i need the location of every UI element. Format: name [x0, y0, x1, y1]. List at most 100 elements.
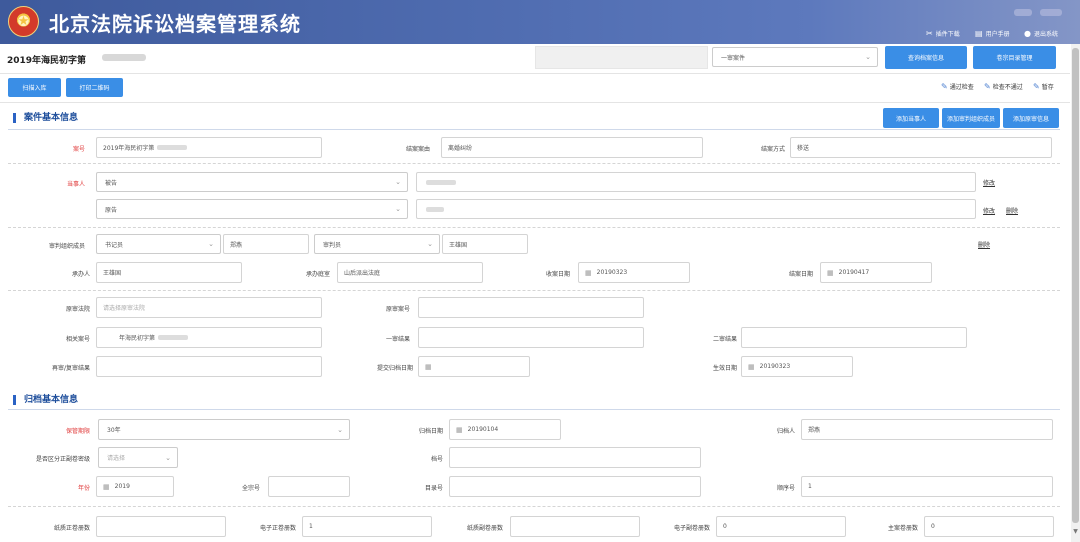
related-case-label: 相关案号: [65, 336, 90, 343]
party-role-select[interactable]: 原告 ⌄: [96, 199, 408, 219]
close-date-input[interactable]: ▦ 20190417: [820, 262, 932, 283]
section-underline: [8, 409, 1060, 410]
archive-date-input[interactable]: ▦ 20190104: [449, 419, 561, 440]
retention-period-label: 保管期限: [65, 428, 90, 435]
party-name-input[interactable]: [416, 172, 976, 192]
catalog-management-button[interactable]: 卷宗目录管理: [973, 46, 1056, 69]
second-trial-result-input[interactable]: [741, 327, 967, 348]
retrial-result-label: 再审/复审结果: [51, 365, 90, 372]
e-main-volumes-input[interactable]: 1: [302, 516, 432, 537]
court-room-label: 承办庭室: [305, 271, 330, 278]
original-court-input[interactable]: 请选择原审法院: [96, 297, 322, 318]
effective-date-label: 生效日期: [712, 365, 737, 372]
close-method-input[interactable]: 移送: [790, 137, 1052, 158]
filing-date-input[interactable]: ▦ 20190323: [578, 262, 690, 283]
effective-date-input[interactable]: ▦ 20190323: [741, 356, 853, 377]
handler-input[interactable]: 王雄国: [96, 262, 242, 283]
print-qrcode-button[interactable]: 打印二维码: [66, 78, 123, 97]
paper-main-volumes-label: 纸质正卷册数: [53, 525, 90, 532]
user-name-redacted: [1014, 9, 1032, 16]
tools-icon: ✂: [926, 29, 933, 38]
calendar-icon: ▦: [585, 268, 592, 277]
chevron-down-icon: ⌄: [395, 205, 401, 213]
year-label: 年份: [77, 485, 90, 492]
party-label: 当事人: [66, 181, 85, 188]
original-case-no-input[interactable]: [418, 297, 644, 318]
judge-role-select[interactable]: 书记员 ⌄: [96, 234, 221, 254]
edit-icon: ✎: [1033, 82, 1040, 91]
scan-in-button[interactable]: 扫描入库: [8, 78, 61, 97]
judge-name-input[interactable]: 郑燕: [223, 234, 309, 254]
judge-role-select[interactable]: 审判员 ⌄: [314, 234, 440, 254]
party-edit-link[interactable]: 修改: [983, 178, 995, 187]
calendar-icon: ▦: [425, 362, 432, 371]
party-name-input[interactable]: [416, 199, 976, 219]
submit-archive-date-input[interactable]: ▦: [418, 356, 530, 377]
case-no-label: 案号: [72, 146, 85, 153]
submit-archive-date-label: 提交归档日期: [376, 365, 413, 372]
fonds-no-input[interactable]: [268, 476, 350, 497]
calendar-icon: ▦: [748, 362, 755, 371]
archivist-label: 归档人: [776, 428, 795, 435]
divider: [0, 73, 1070, 74]
related-case-input[interactable]: 年海民初字第: [96, 327, 322, 348]
bound-volumes-input[interactable]: 0: [924, 516, 1054, 537]
first-trial-result-label: 一审结果: [385, 336, 410, 343]
e-main-volumes-label: 电子正卷册数: [259, 525, 296, 532]
order-no-label: 顺序号: [776, 485, 795, 492]
add-judge-button[interactable]: 添加审判组织成员: [942, 108, 1000, 128]
info-icon: ●: [1024, 29, 1031, 38]
retention-period-select[interactable]: 30年 ⌄: [98, 419, 350, 440]
chevron-down-icon: ⌄: [395, 178, 401, 186]
archivist-input[interactable]: 郑燕: [801, 419, 1053, 440]
fail-check-link[interactable]: ✎ 检查不通过: [984, 82, 1023, 91]
pass-check-link[interactable]: ✎ 通过检查: [941, 82, 974, 91]
save-draft-link[interactable]: ✎ 暂存: [1033, 82, 1054, 91]
user-role-redacted: [1040, 9, 1062, 16]
add-original-trial-button[interactable]: 添加原审信息: [1003, 108, 1059, 128]
bound-volumes-label: 主案卷册数: [887, 525, 918, 532]
close-method-label: 结案方式: [760, 146, 785, 153]
e-sub-volumes-label: 电子副卷册数: [673, 525, 710, 532]
judge-delete-link[interactable]: 删除: [978, 240, 990, 249]
e-sub-volumes-input[interactable]: 0: [716, 516, 846, 537]
paper-main-volumes-input[interactable]: [96, 516, 226, 537]
divider: [8, 290, 1060, 291]
user-manual-link[interactable]: ▤ 用户手册: [975, 29, 1010, 38]
case-type-select[interactable]: 一审案件 ⌄: [712, 47, 878, 67]
retrial-result-input[interactable]: [96, 356, 322, 377]
judge-members-label: 审判组织成员: [48, 243, 85, 250]
query-archive-button[interactable]: 查询档案信息: [885, 46, 967, 69]
secret-level-select[interactable]: 请选择 ⌄: [98, 447, 178, 468]
section-underline: [8, 129, 1060, 130]
file-no-input[interactable]: [449, 447, 701, 468]
close-cause-label: 结案案由: [405, 146, 430, 153]
year-input[interactable]: ▦ 2019: [96, 476, 174, 497]
plugin-download-link[interactable]: ✂ 插件下载: [926, 29, 960, 38]
scrollbar-thumb[interactable]: [1072, 48, 1079, 523]
party-delete-link[interactable]: 删除: [1006, 206, 1018, 215]
section-title-archive-basic: 归档基本信息: [13, 395, 78, 405]
paper-sub-volumes-label: 纸质副卷册数: [466, 525, 503, 532]
close-cause-input[interactable]: 离婚纠纷: [441, 137, 703, 158]
case-no-input[interactable]: 2019年海民初字第: [96, 137, 322, 158]
court-room-input[interactable]: 山后派出法庭: [337, 262, 483, 283]
divider: [0, 102, 1070, 103]
calendar-icon: ▦: [103, 482, 110, 491]
scroll-down-arrow-icon[interactable]: ▼: [1071, 528, 1080, 538]
divider: [8, 227, 1060, 228]
logout-link[interactable]: ● 退出系统: [1024, 29, 1058, 38]
paper-sub-volumes-input[interactable]: [510, 516, 640, 537]
chevron-down-icon: ⌄: [427, 240, 433, 248]
order-no-input[interactable]: 1: [801, 476, 1053, 497]
party-edit-link[interactable]: 修改: [983, 206, 995, 215]
judge-name-input[interactable]: 王雄国: [442, 234, 528, 254]
calendar-icon: ▦: [456, 425, 463, 434]
catalog-no-input[interactable]: [449, 476, 701, 497]
handler-label: 承办人: [71, 271, 90, 278]
party-role-select[interactable]: 被告 ⌄: [96, 172, 408, 192]
add-party-button[interactable]: 添加当事人: [883, 108, 939, 128]
first-trial-result-input[interactable]: [418, 327, 644, 348]
case-search-box[interactable]: [535, 46, 708, 69]
chevron-down-icon: ⌄: [208, 240, 214, 248]
